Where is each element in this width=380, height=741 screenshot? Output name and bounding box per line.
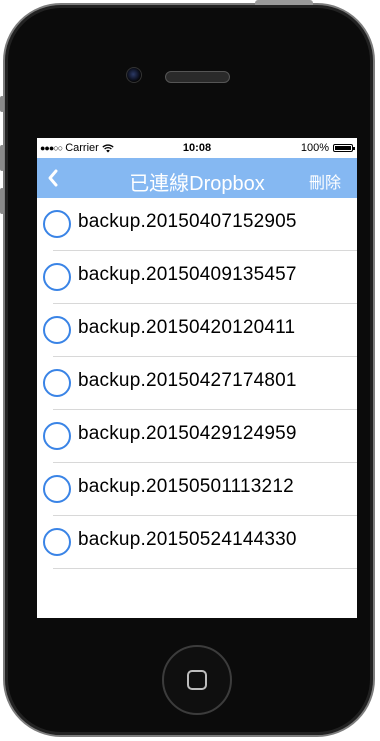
home-square-icon — [187, 670, 207, 690]
delete-button[interactable]: 刪除 — [309, 169, 341, 193]
earpiece-speaker — [165, 71, 230, 83]
screen: ●●●○○ Carrier 10:08 100% 已連線Dropbox 刪除 b… — [37, 138, 357, 618]
phone-frame: ●●●○○ Carrier 10:08 100% 已連線Dropbox 刪除 b… — [3, 3, 375, 737]
volume-down-button — [0, 188, 4, 214]
list-item[interactable]: backup.20150429124959 — [37, 410, 357, 463]
list-item[interactable]: backup.20150407152905 — [37, 198, 357, 251]
power-button — [255, 0, 313, 5]
home-button[interactable] — [162, 645, 232, 715]
status-right: 100% — [300, 142, 355, 154]
list-item[interactable]: backup.20150420120411 — [37, 304, 357, 357]
list-item[interactable]: backup.20150524144330 — [37, 516, 357, 569]
list-item[interactable]: backup.20150409135457 — [37, 251, 357, 304]
battery-percent: 100% — [300, 142, 329, 154]
backup-filename: backup.20150409135457 — [78, 264, 297, 285]
radio-circle-icon[interactable] — [43, 210, 71, 238]
radio-circle-icon[interactable] — [43, 475, 71, 503]
backup-filename: backup.20150429124959 — [78, 423, 297, 444]
backup-filename: backup.20150501113212 — [78, 476, 294, 497]
radio-circle-icon[interactable] — [43, 528, 71, 556]
backup-filename: backup.20150427174801 — [78, 370, 297, 391]
backup-list: backup.20150407152905 backup.201504091354… — [37, 198, 357, 569]
list-item[interactable]: backup.20150501113212 — [37, 463, 357, 516]
navigation-bar: 已連線Dropbox 刪除 — [37, 158, 357, 198]
mute-switch — [0, 96, 4, 112]
list-item[interactable]: backup.20150427174801 — [37, 357, 357, 410]
battery-icon — [333, 144, 355, 152]
status-bar: ●●●○○ Carrier 10:08 100% — [37, 138, 357, 158]
row-separator — [53, 568, 357, 569]
front-camera — [126, 67, 142, 83]
volume-up-button — [0, 145, 4, 171]
radio-circle-icon[interactable] — [43, 263, 71, 291]
backup-filename: backup.20150407152905 — [78, 211, 297, 232]
radio-circle-icon[interactable] — [43, 316, 71, 344]
radio-circle-icon[interactable] — [43, 369, 71, 397]
battery-level — [335, 146, 351, 150]
radio-circle-icon[interactable] — [43, 422, 71, 450]
backup-filename: backup.20150524144330 — [78, 529, 297, 550]
backup-filename: backup.20150420120411 — [78, 317, 296, 338]
